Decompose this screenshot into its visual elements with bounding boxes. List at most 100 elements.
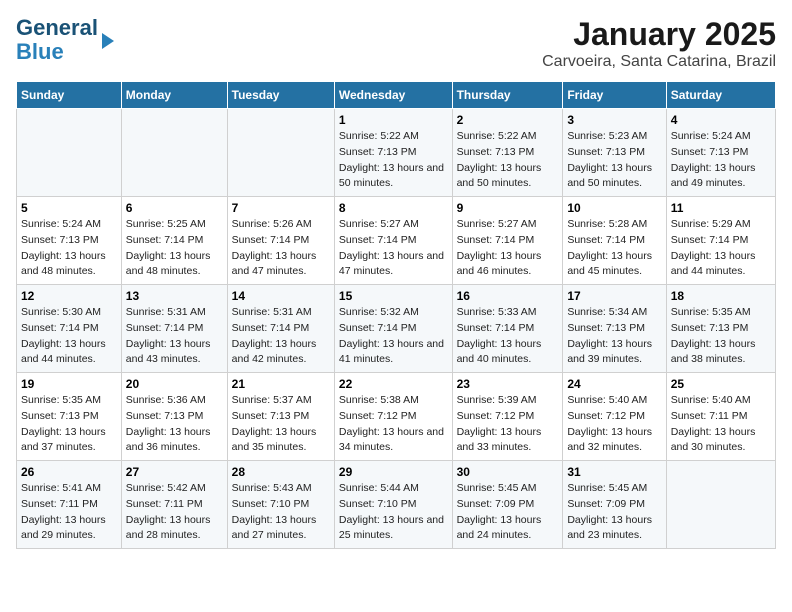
- day-info: Sunrise: 5:31 AMSunset: 7:14 PMDaylight:…: [232, 305, 330, 368]
- day-info: Sunrise: 5:43 AMSunset: 7:10 PMDaylight:…: [232, 481, 330, 544]
- day-number: 17: [567, 289, 661, 303]
- main-title: January 2025: [542, 16, 776, 53]
- day-info: Sunrise: 5:32 AMSunset: 7:14 PMDaylight:…: [339, 305, 448, 368]
- calendar-cell: 12 Sunrise: 5:30 AMSunset: 7:14 PMDayligh…: [17, 285, 122, 373]
- day-number: 20: [126, 377, 223, 391]
- day-number: 7: [232, 201, 330, 215]
- day-info: Sunrise: 5:30 AMSunset: 7:14 PMDaylight:…: [21, 305, 117, 368]
- day-info: Sunrise: 5:38 AMSunset: 7:12 PMDaylight:…: [339, 393, 448, 456]
- day-info: Sunrise: 5:29 AMSunset: 7:14 PMDaylight:…: [671, 217, 771, 280]
- title-block: January 2025 Carvoeira, Santa Catarina, …: [542, 16, 776, 71]
- calendar-cell: 1 Sunrise: 5:22 AMSunset: 7:13 PMDaylight…: [334, 109, 452, 197]
- day-number: 30: [457, 465, 559, 479]
- day-info: Sunrise: 5:41 AMSunset: 7:11 PMDaylight:…: [21, 481, 117, 544]
- page-header: GeneralBlue January 2025 Carvoeira, Sant…: [16, 16, 776, 71]
- day-number: 10: [567, 201, 661, 215]
- weekday-header: Sunday: [17, 82, 122, 109]
- day-info: Sunrise: 5:31 AMSunset: 7:14 PMDaylight:…: [126, 305, 223, 368]
- day-number: 27: [126, 465, 223, 479]
- day-number: 24: [567, 377, 661, 391]
- calendar-cell: 9 Sunrise: 5:27 AMSunset: 7:14 PMDaylight…: [452, 197, 563, 285]
- day-number: 16: [457, 289, 559, 303]
- calendar-cell: 16 Sunrise: 5:33 AMSunset: 7:14 PMDayligh…: [452, 285, 563, 373]
- day-info: Sunrise: 5:27 AMSunset: 7:14 PMDaylight:…: [339, 217, 448, 280]
- day-number: 1: [339, 113, 448, 127]
- day-info: Sunrise: 5:34 AMSunset: 7:13 PMDaylight:…: [567, 305, 661, 368]
- subtitle: Carvoeira, Santa Catarina, Brazil: [542, 53, 776, 71]
- calendar-cell: 31 Sunrise: 5:45 AMSunset: 7:09 PMDayligh…: [563, 461, 666, 549]
- calendar-cell: 14Sunrise: 5:31 AMSunset: 7:14 PMDayligh…: [227, 285, 334, 373]
- day-info: Sunrise: 5:36 AMSunset: 7:13 PMDaylight:…: [126, 393, 223, 456]
- calendar-cell: 18Sunrise: 5:35 AMSunset: 7:13 PMDayligh…: [666, 285, 775, 373]
- weekday-header: Monday: [121, 82, 227, 109]
- day-info: Sunrise: 5:45 AMSunset: 7:09 PMDaylight:…: [567, 481, 661, 544]
- day-number: 29: [339, 465, 448, 479]
- calendar-cell: [666, 461, 775, 549]
- day-number: 11: [671, 201, 771, 215]
- day-number: 9: [457, 201, 559, 215]
- day-number: 2: [457, 113, 559, 127]
- weekday-header: Friday: [563, 82, 666, 109]
- calendar-cell: 23 Sunrise: 5:39 AMSunset: 7:12 PMDayligh…: [452, 373, 563, 461]
- calendar-cell: 27 Sunrise: 5:42 AMSunset: 7:11 PMDayligh…: [121, 461, 227, 549]
- day-info: Sunrise: 5:42 AMSunset: 7:11 PMDaylight:…: [126, 481, 223, 544]
- calendar-cell: 4 Sunrise: 5:24 AMSunset: 7:13 PMDaylight…: [666, 109, 775, 197]
- calendar-cell: 17 Sunrise: 5:34 AMSunset: 7:13 PMDayligh…: [563, 285, 666, 373]
- day-info: Sunrise: 5:35 AMSunset: 7:13 PMDaylight:…: [21, 393, 117, 456]
- day-number: 21: [232, 377, 330, 391]
- day-info: Sunrise: 5:35 AMSunset: 7:13 PMDaylight:…: [671, 305, 771, 368]
- calendar-week-row: 5 Sunrise: 5:24 AMSunset: 7:13 PMDaylight…: [17, 197, 776, 285]
- day-number: 5: [21, 201, 117, 215]
- logo-text: GeneralBlue: [16, 16, 98, 64]
- day-number: 8: [339, 201, 448, 215]
- day-number: 4: [671, 113, 771, 127]
- day-number: 13: [126, 289, 223, 303]
- calendar-cell: [121, 109, 227, 197]
- calendar-cell: [227, 109, 334, 197]
- calendar-cell: 20 Sunrise: 5:36 AMSunset: 7:13 PMDayligh…: [121, 373, 227, 461]
- calendar-cell: 2 Sunrise: 5:22 AMSunset: 7:13 PMDaylight…: [452, 109, 563, 197]
- day-info: Sunrise: 5:40 AMSunset: 7:11 PMDaylight:…: [671, 393, 771, 456]
- day-number: 3: [567, 113, 661, 127]
- calendar-cell: 6Sunrise: 5:25 AMSunset: 7:14 PMDaylight…: [121, 197, 227, 285]
- calendar-body: 1 Sunrise: 5:22 AMSunset: 7:13 PMDaylight…: [17, 109, 776, 549]
- calendar-cell: 29Sunrise: 5:44 AMSunset: 7:10 PMDayligh…: [334, 461, 452, 549]
- day-info: Sunrise: 5:26 AMSunset: 7:14 PMDaylight:…: [232, 217, 330, 280]
- day-number: 23: [457, 377, 559, 391]
- calendar-cell: 10 Sunrise: 5:28 AMSunset: 7:14 PMDayligh…: [563, 197, 666, 285]
- calendar-week-row: 19 Sunrise: 5:35 AMSunset: 7:13 PMDayligh…: [17, 373, 776, 461]
- calendar-cell: 11 Sunrise: 5:29 AMSunset: 7:14 PMDayligh…: [666, 197, 775, 285]
- day-info: Sunrise: 5:22 AMSunset: 7:13 PMDaylight:…: [457, 129, 559, 192]
- calendar-cell: 3Sunrise: 5:23 AMSunset: 7:13 PMDaylight…: [563, 109, 666, 197]
- day-info: Sunrise: 5:33 AMSunset: 7:14 PMDaylight:…: [457, 305, 559, 368]
- day-info: Sunrise: 5:27 AMSunset: 7:14 PMDaylight:…: [457, 217, 559, 280]
- weekday-header: Tuesday: [227, 82, 334, 109]
- calendar-cell: 25 Sunrise: 5:40 AMSunset: 7:11 PMDayligh…: [666, 373, 775, 461]
- day-info: Sunrise: 5:24 AMSunset: 7:13 PMDaylight:…: [671, 129, 771, 192]
- day-number: 26: [21, 465, 117, 479]
- weekday-header: Wednesday: [334, 82, 452, 109]
- calendar-cell: 8 Sunrise: 5:27 AMSunset: 7:14 PMDaylight…: [334, 197, 452, 285]
- day-info: Sunrise: 5:45 AMSunset: 7:09 PMDaylight:…: [457, 481, 559, 544]
- day-info: Sunrise: 5:22 AMSunset: 7:13 PMDaylight:…: [339, 129, 448, 192]
- day-number: 12: [21, 289, 117, 303]
- calendar-cell: 30 Sunrise: 5:45 AMSunset: 7:09 PMDayligh…: [452, 461, 563, 549]
- logo: GeneralBlue: [16, 16, 114, 64]
- calendar-cell: 24Sunrise: 5:40 AMSunset: 7:12 PMDayligh…: [563, 373, 666, 461]
- day-number: 15: [339, 289, 448, 303]
- day-number: 25: [671, 377, 771, 391]
- calendar-week-row: 1 Sunrise: 5:22 AMSunset: 7:13 PMDaylight…: [17, 109, 776, 197]
- weekday-header: Thursday: [452, 82, 563, 109]
- day-info: Sunrise: 5:39 AMSunset: 7:12 PMDaylight:…: [457, 393, 559, 456]
- day-info: Sunrise: 5:24 AMSunset: 7:13 PMDaylight:…: [21, 217, 117, 280]
- day-number: 6: [126, 201, 223, 215]
- calendar-week-row: 26 Sunrise: 5:41 AMSunset: 7:11 PMDayligh…: [17, 461, 776, 549]
- day-number: 19: [21, 377, 117, 391]
- calendar-week-row: 12 Sunrise: 5:30 AMSunset: 7:14 PMDayligh…: [17, 285, 776, 373]
- calendar-header-row: SundayMondayTuesdayWednesdayThursdayFrid…: [17, 82, 776, 109]
- day-info: Sunrise: 5:28 AMSunset: 7:14 PMDaylight:…: [567, 217, 661, 280]
- day-number: 22: [339, 377, 448, 391]
- calendar-table: SundayMondayTuesdayWednesdayThursdayFrid…: [16, 81, 776, 549]
- day-number: 31: [567, 465, 661, 479]
- calendar-cell: 15 Sunrise: 5:32 AMSunset: 7:14 PMDayligh…: [334, 285, 452, 373]
